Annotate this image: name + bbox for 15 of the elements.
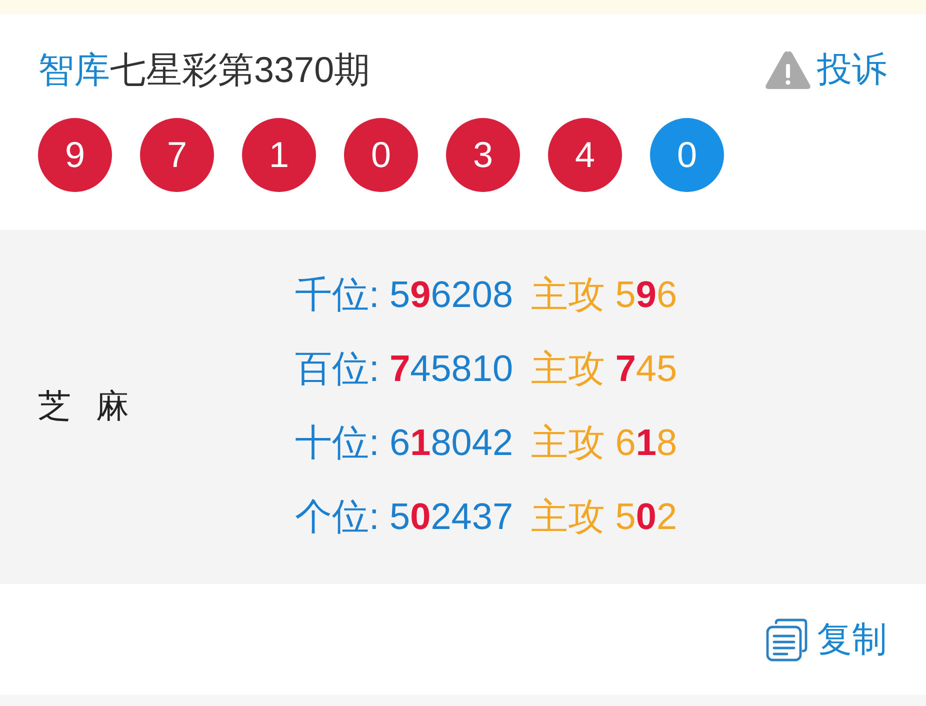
position-digits: 千位: 596208 [295, 273, 514, 318]
expert-name: 芝 麻 [38, 387, 138, 424]
position-digits: 个位: 502437 [295, 495, 514, 540]
position-digits: 百位: 745810 [295, 347, 514, 392]
copy-icon [765, 618, 809, 662]
focus-digits: 主攻 618 [531, 421, 678, 466]
focus-digits: 主攻 745 [531, 347, 678, 392]
copy-button[interactable]: 复制 [765, 618, 887, 662]
issue-title: 七星彩第3370期 [110, 50, 370, 90]
focus-digits: 主攻 502 [531, 495, 678, 540]
complaint-link[interactable]: 投诉 [765, 50, 887, 90]
focus-digits: 主攻 596 [531, 273, 678, 318]
source-label: 智库 [38, 50, 110, 90]
warning-icon [765, 50, 811, 90]
position-digits: 十位: 618042 [295, 421, 514, 466]
